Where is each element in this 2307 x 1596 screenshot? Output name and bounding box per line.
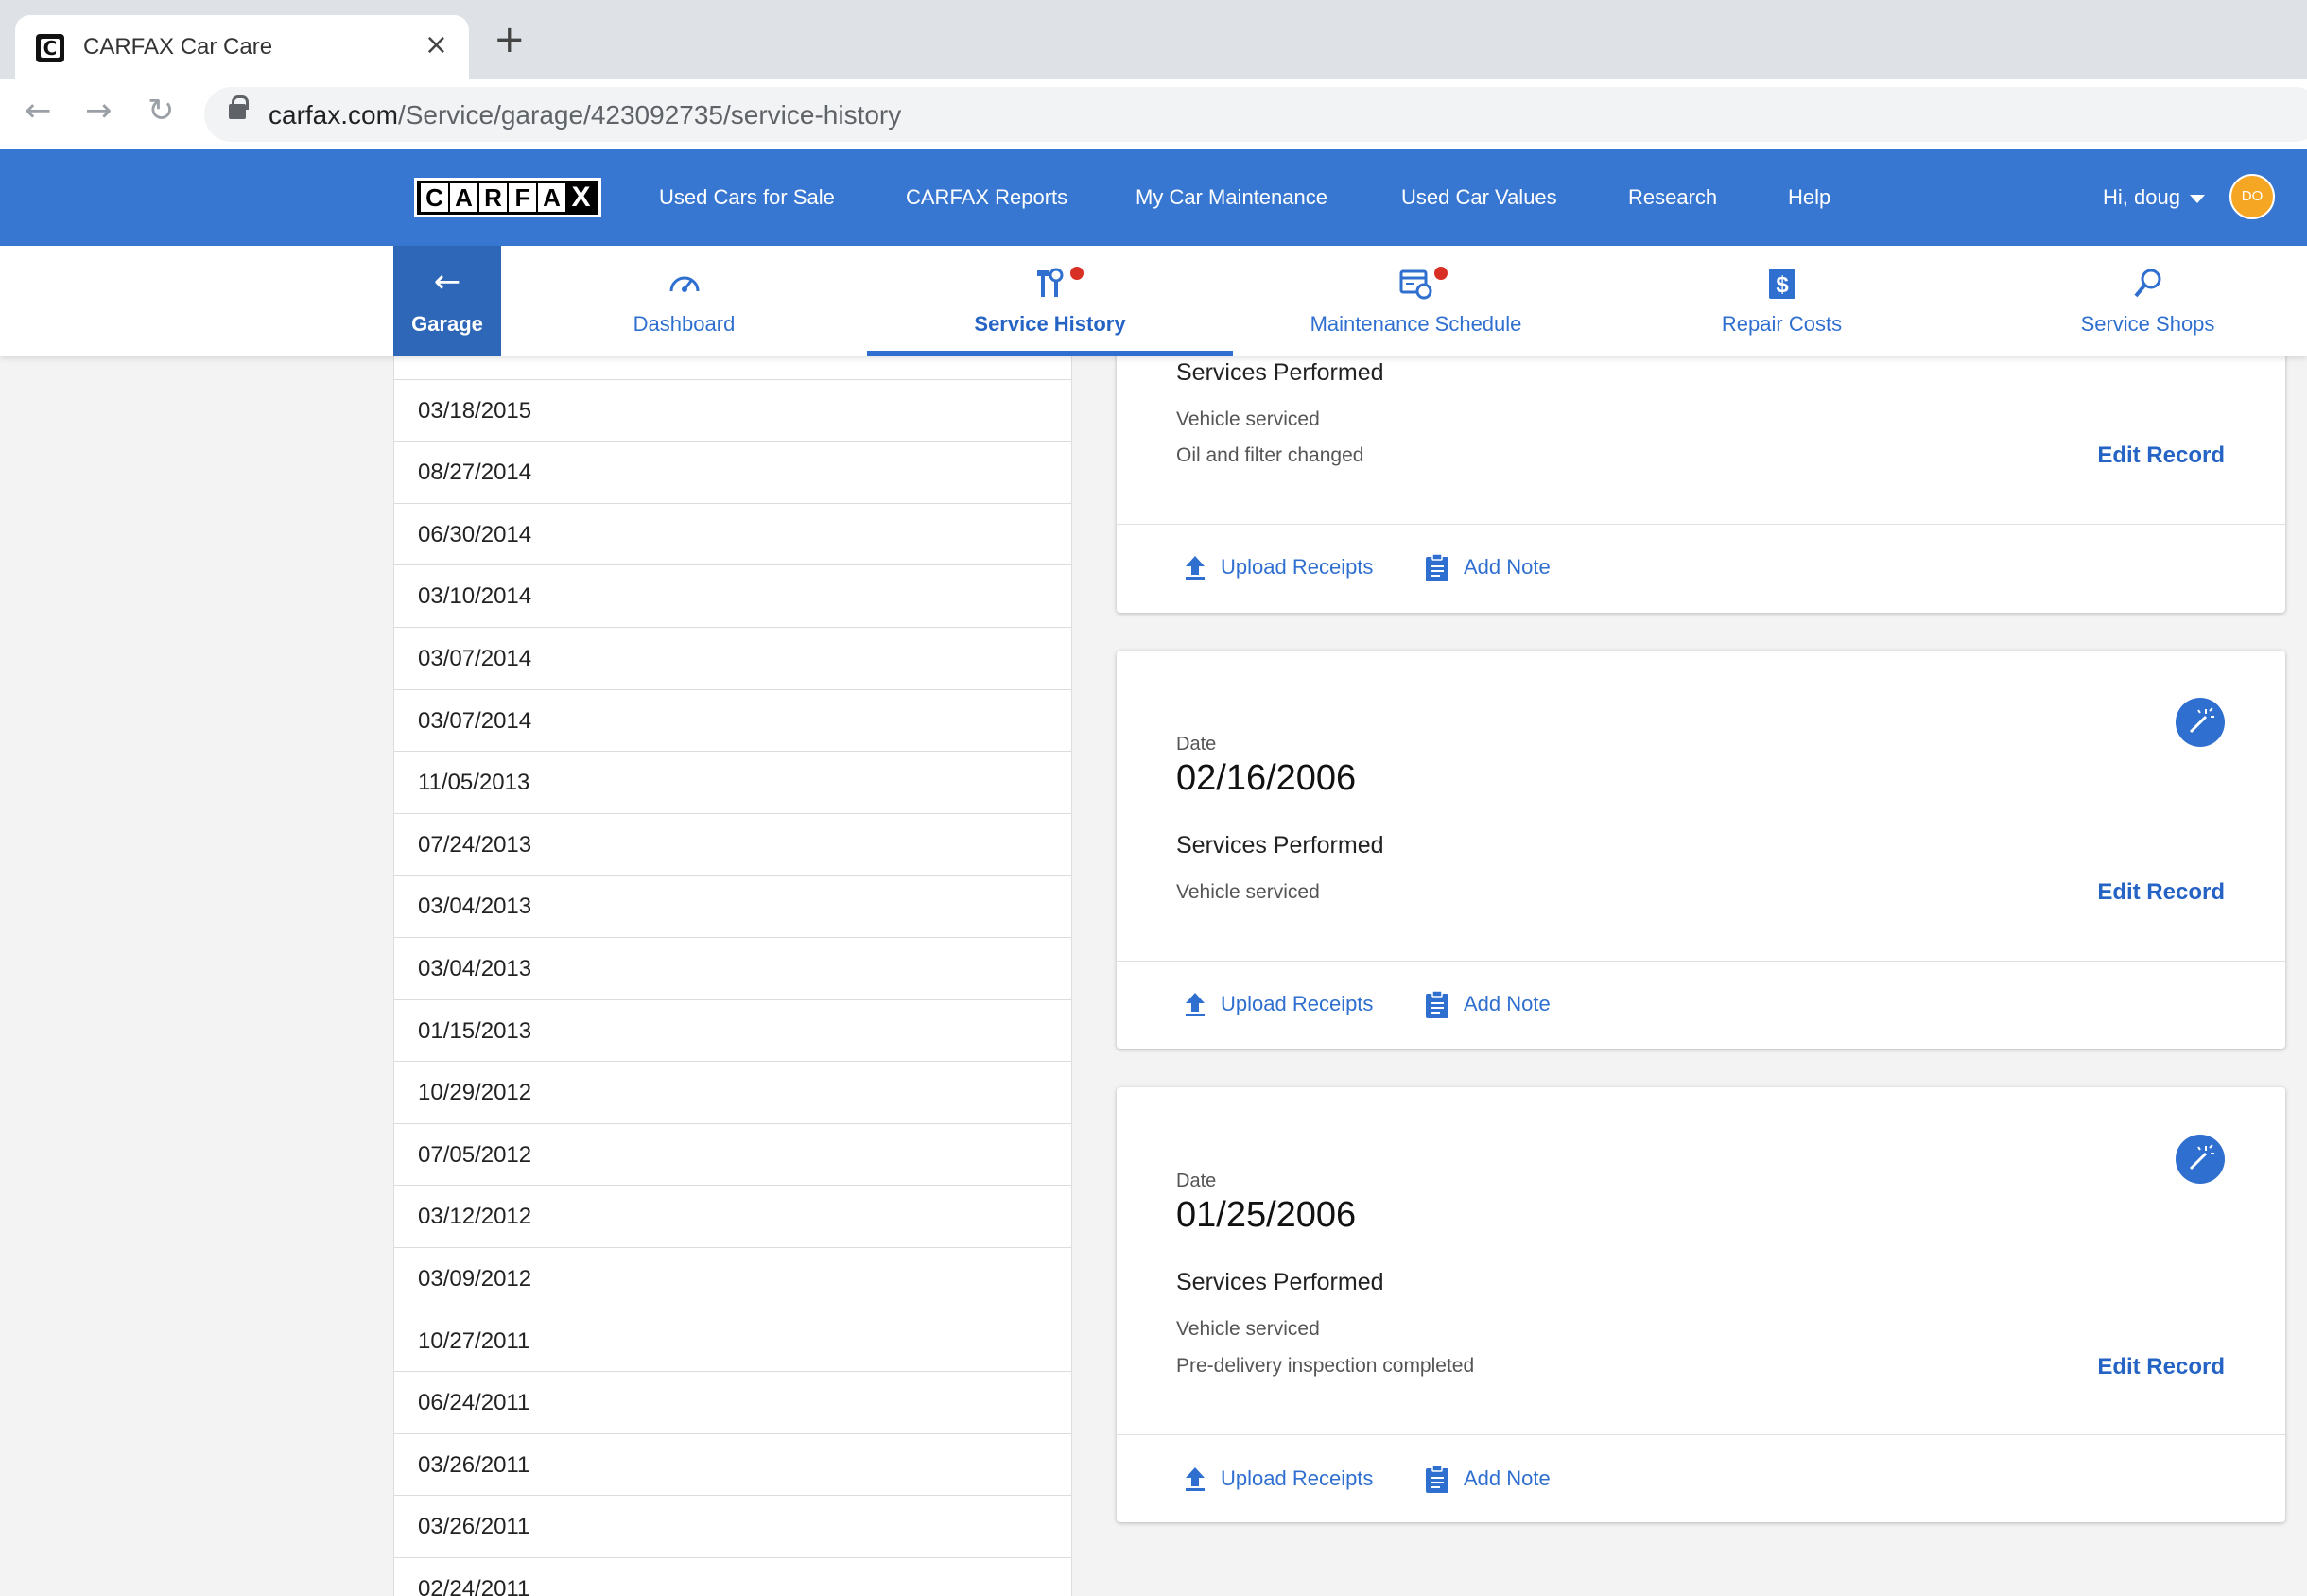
speedometer-icon bbox=[501, 267, 867, 301]
service-item: Oil and filter changed bbox=[1176, 444, 1364, 466]
service-record-card: Date 02/16/2006 Services Performed Vehic… bbox=[1117, 651, 2285, 1049]
upload-icon bbox=[1186, 556, 1205, 580]
upload-receipts-button[interactable]: Upload Receipts bbox=[1183, 554, 1373, 581]
list-item[interactable]: 10/27/2011 bbox=[394, 1310, 1071, 1373]
list-item[interactable]: 07/05/2012 bbox=[394, 1124, 1071, 1187]
nav-carfax-reports[interactable]: CARFAX Reports bbox=[906, 185, 1067, 210]
list-item[interactable]: 03/09/2012 bbox=[394, 1248, 1071, 1310]
services-performed-heading: Services Performed bbox=[1176, 832, 1384, 859]
notification-dot bbox=[1070, 267, 1084, 280]
card-divider bbox=[1117, 1434, 2285, 1435]
service-date-list: 03/10/2016 03/18/2015 08/27/2014 06/30/2… bbox=[393, 356, 1072, 1596]
nav-research[interactable]: Research bbox=[1628, 185, 1717, 210]
upload-receipts-button[interactable]: Upload Receipts bbox=[1183, 1466, 1373, 1492]
reload-icon[interactable]: ↻ bbox=[147, 95, 175, 127]
schedule-icon bbox=[1233, 267, 1599, 301]
clipboard-icon bbox=[1426, 553, 1448, 581]
list-item[interactable]: 03/07/2014 bbox=[394, 690, 1071, 753]
service-item: Vehicle serviced bbox=[1176, 881, 1320, 903]
search-icon bbox=[1965, 267, 2307, 301]
close-tab-icon[interactable]: × bbox=[425, 28, 448, 61]
clipboard-icon bbox=[1426, 990, 1448, 1018]
add-note-button[interactable]: Add Note bbox=[1424, 989, 1551, 1019]
service-record-card: Date 01/25/2006 Services Performed Vehic… bbox=[1117, 1087, 2285, 1522]
browser-tab-bar: C CARFAX Car Care × + bbox=[0, 0, 2307, 79]
avatar[interactable]: DO bbox=[2229, 174, 2275, 219]
service-date: 01/25/2006 bbox=[1176, 1195, 1357, 1235]
add-note-button[interactable]: Add Note bbox=[1424, 1464, 1551, 1494]
arrow-left-icon: ← bbox=[433, 263, 461, 301]
list-item[interactable]: 03/10/2016 bbox=[394, 356, 1071, 380]
caret-down-icon[interactable] bbox=[2190, 195, 2205, 203]
tools-icon bbox=[867, 267, 1233, 301]
tab-title: CARFAX Car Care bbox=[83, 34, 273, 60]
list-item[interactable]: 03/26/2011 bbox=[394, 1496, 1071, 1558]
service-item: Vehicle serviced bbox=[1176, 408, 1320, 430]
tab-service-shops[interactable]: Service Shops bbox=[1965, 246, 2307, 356]
notification-dot bbox=[1434, 267, 1448, 280]
card-divider bbox=[1117, 961, 2285, 962]
tab-maintenance-schedule[interactable]: Maintenance Schedule bbox=[1233, 246, 1599, 356]
list-item[interactable]: 03/18/2015 bbox=[394, 380, 1071, 442]
list-item[interactable]: 01/15/2013 bbox=[394, 1000, 1071, 1063]
tab-service-history[interactable]: Service History bbox=[867, 246, 1233, 356]
garage-subnav: ← Garage Dashboard Service History Maint… bbox=[0, 246, 2307, 356]
list-item[interactable]: 11/05/2013 bbox=[394, 752, 1071, 814]
nav-help[interactable]: Help bbox=[1788, 185, 1830, 210]
address-bar[interactable]: carfax.com/Service/garage/423092735/serv… bbox=[204, 87, 2307, 142]
magic-wand-icon[interactable] bbox=[2176, 1135, 2225, 1184]
card-divider bbox=[1117, 524, 2285, 525]
site-header: C A R F A X Used Cars for Sale CARFAX Re… bbox=[0, 149, 2307, 246]
carfax-logo[interactable]: C A R F A X bbox=[414, 178, 601, 217]
edit-record-button[interactable]: Edit Record bbox=[2097, 442, 2225, 469]
list-item[interactable]: 03/10/2014 bbox=[394, 565, 1071, 628]
list-item[interactable]: 07/24/2013 bbox=[394, 814, 1071, 876]
lock-icon bbox=[229, 95, 249, 119]
date-label: Date bbox=[1176, 1171, 1217, 1191]
services-performed-heading: Services Performed bbox=[1176, 1269, 1384, 1295]
forward-icon[interactable]: → bbox=[85, 95, 113, 127]
tab-dashboard[interactable]: Dashboard bbox=[501, 246, 867, 356]
dollar-icon: $ bbox=[1599, 267, 1965, 301]
upload-icon bbox=[1186, 1467, 1205, 1491]
nav-used-cars-for-sale[interactable]: Used Cars for Sale bbox=[659, 185, 835, 210]
carfax-favicon-icon: C bbox=[36, 34, 64, 62]
list-item[interactable]: 03/07/2014 bbox=[394, 628, 1071, 690]
nav-used-car-values[interactable]: Used Car Values bbox=[1401, 185, 1557, 210]
list-item[interactable]: 03/12/2012 bbox=[394, 1186, 1071, 1248]
service-item: Pre-delivery inspection completed bbox=[1176, 1355, 1475, 1377]
list-item[interactable]: 03/04/2013 bbox=[394, 938, 1071, 1000]
edit-record-button[interactable]: Edit Record bbox=[2097, 879, 2225, 906]
service-item: Vehicle serviced bbox=[1176, 1318, 1320, 1340]
url-text[interactable]: carfax.com/Service/garage/423092735/serv… bbox=[269, 100, 901, 130]
browser-toolbar: ← → ↻ carfax.com/Service/garage/42309273… bbox=[0, 79, 2307, 149]
browser-tab[interactable]: C CARFAX Car Care × bbox=[15, 15, 469, 79]
add-note-button[interactable]: Add Note bbox=[1424, 552, 1551, 582]
clipboard-icon bbox=[1426, 1465, 1448, 1493]
list-item[interactable]: 03/04/2013 bbox=[394, 876, 1071, 938]
back-icon[interactable]: ← bbox=[25, 95, 52, 127]
list-item[interactable]: 02/24/2011 bbox=[394, 1558, 1071, 1596]
svg-text:$: $ bbox=[1776, 272, 1789, 298]
edit-record-button[interactable]: Edit Record bbox=[2097, 1354, 2225, 1380]
list-item[interactable]: 08/27/2014 bbox=[394, 442, 1071, 504]
service-date: 02/16/2006 bbox=[1176, 758, 1357, 798]
list-item[interactable]: 03/26/2011 bbox=[394, 1434, 1071, 1497]
upload-receipts-button[interactable]: Upload Receipts bbox=[1183, 991, 1373, 1017]
new-tab-icon[interactable]: + bbox=[494, 21, 526, 59]
nav-my-car-maintenance[interactable]: My Car Maintenance bbox=[1136, 185, 1327, 210]
date-label: Date bbox=[1176, 734, 1217, 755]
list-item[interactable]: 06/24/2011 bbox=[394, 1372, 1071, 1434]
tab-repair-costs[interactable]: $ Repair Costs bbox=[1599, 246, 1965, 356]
list-item[interactable]: 10/29/2012 bbox=[394, 1062, 1071, 1124]
services-performed-heading: Services Performed bbox=[1176, 359, 1384, 386]
garage-back-button[interactable]: ← Garage bbox=[393, 246, 501, 356]
upload-icon bbox=[1186, 993, 1205, 1016]
magic-wand-icon[interactable] bbox=[2176, 698, 2225, 747]
user-greeting[interactable]: Hi, doug bbox=[2103, 185, 2180, 210]
list-item[interactable]: 06/30/2014 bbox=[394, 504, 1071, 566]
